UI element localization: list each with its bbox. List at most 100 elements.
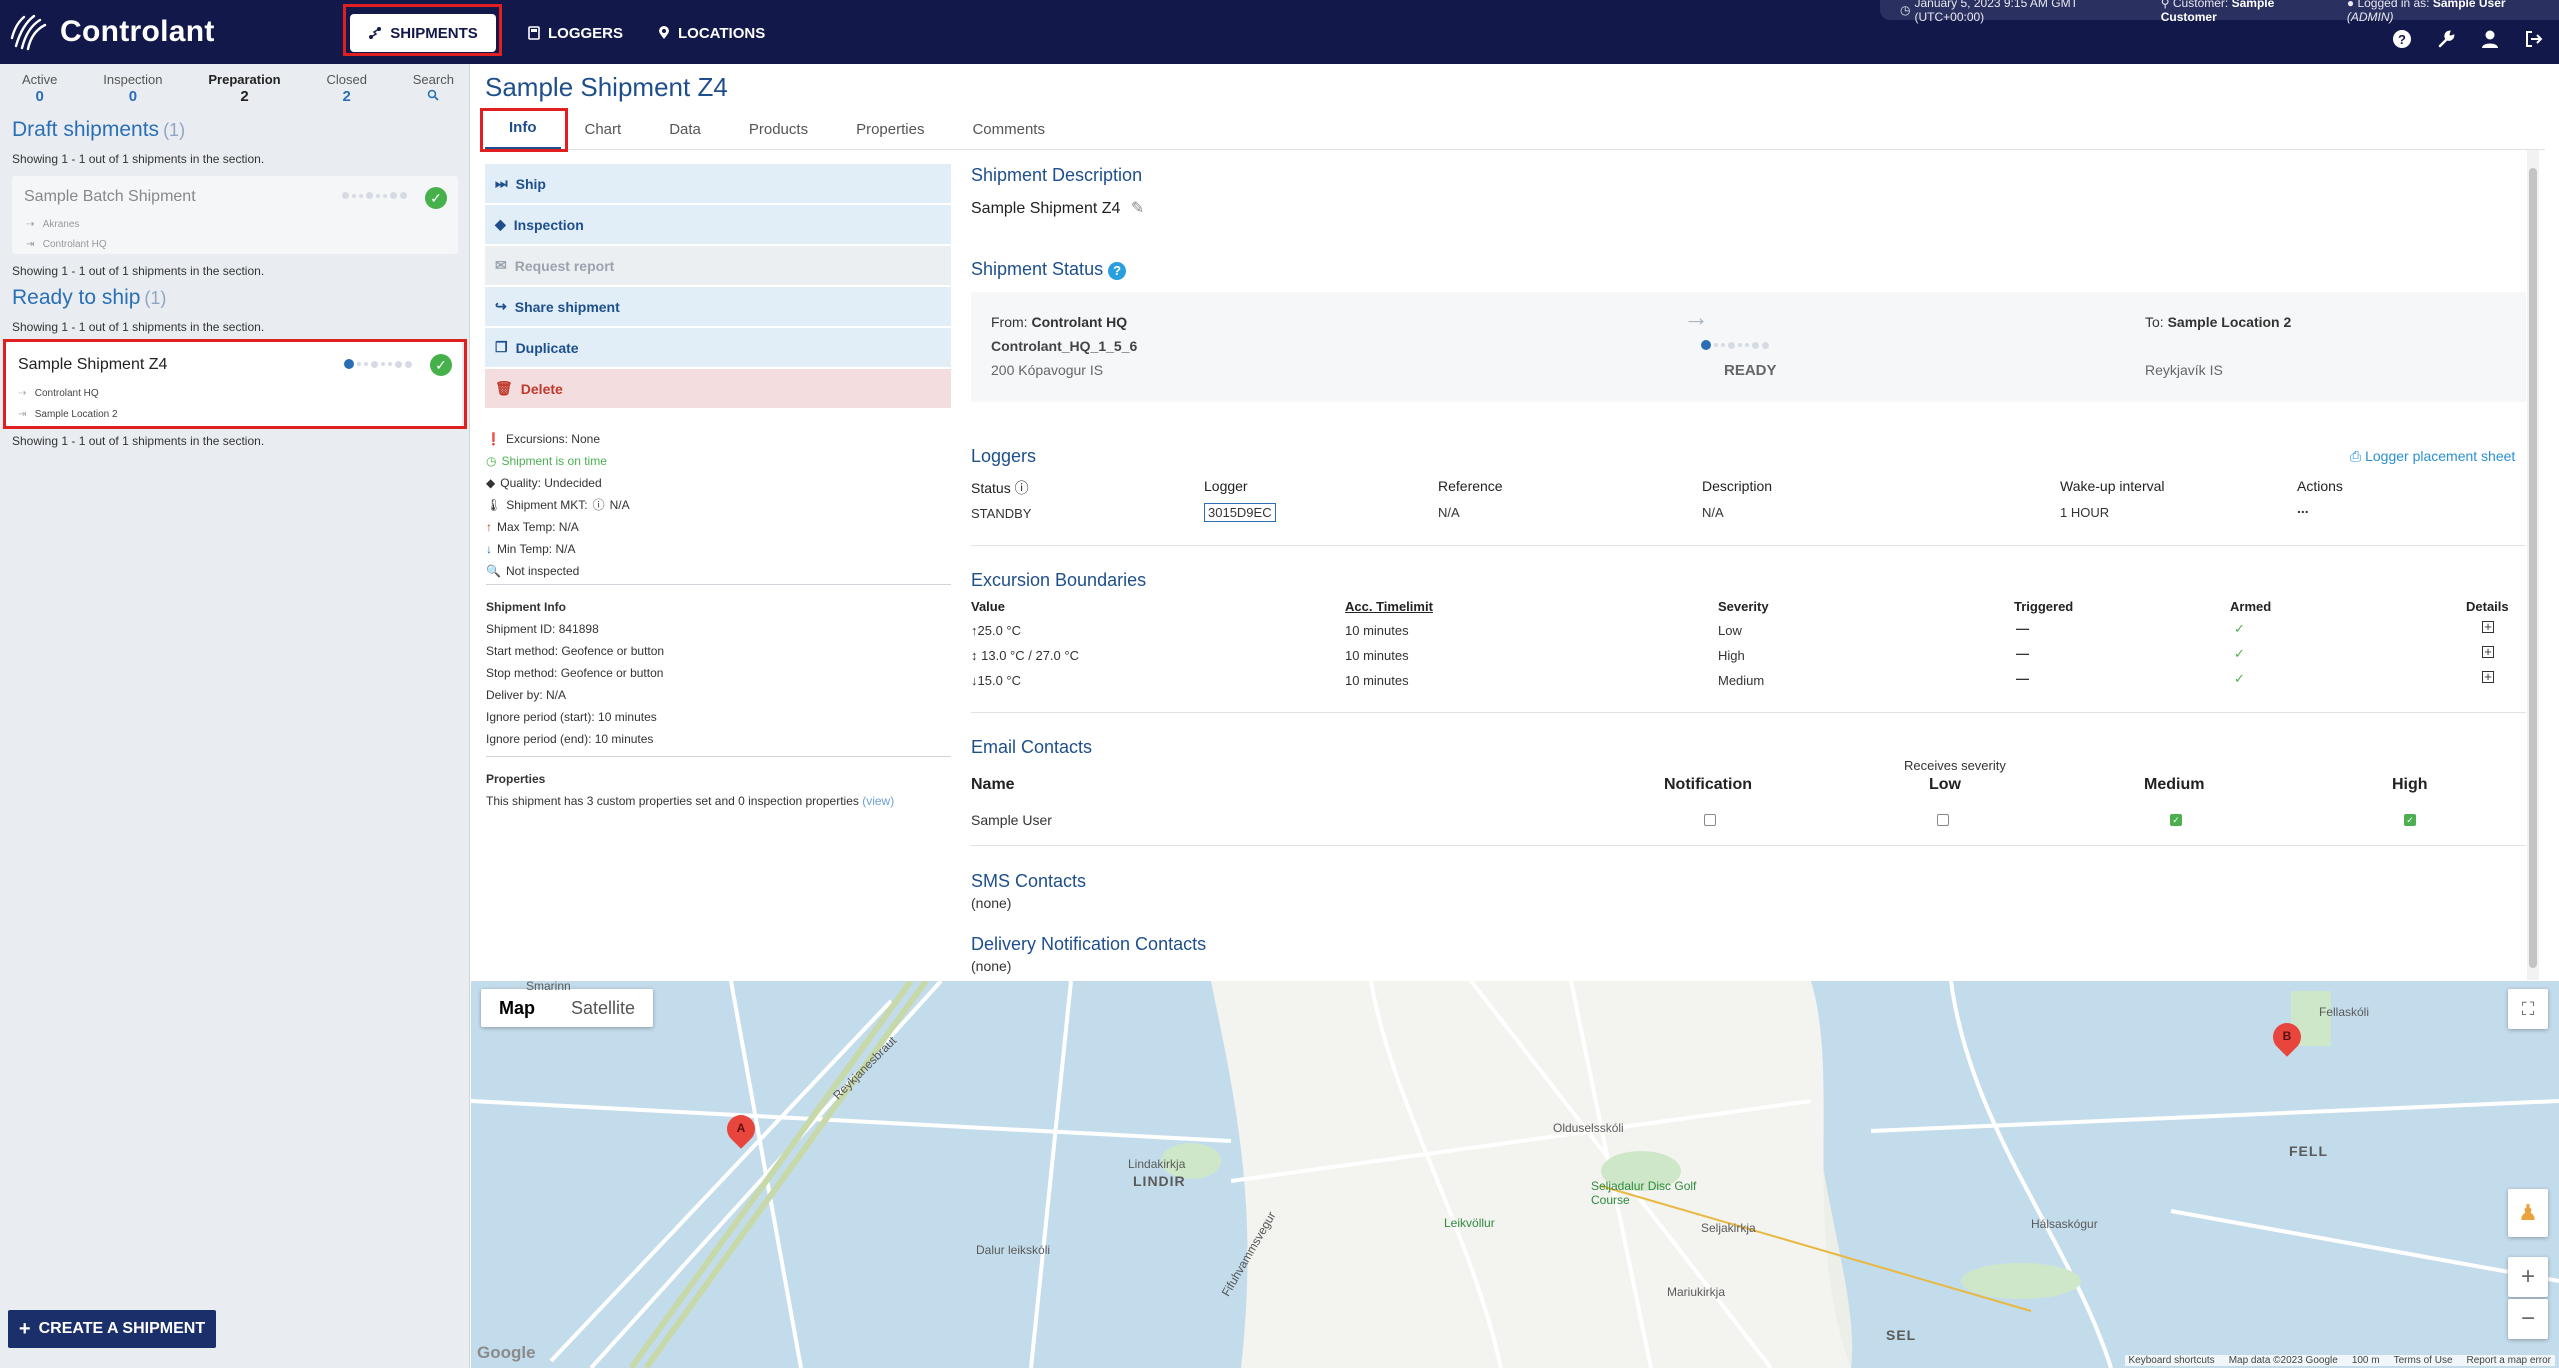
top-icons: ?	[2391, 28, 2545, 50]
user-role: (ADMIN)	[2346, 10, 2394, 24]
armed-check-icon: ✓	[2234, 621, 2245, 636]
logout-icon[interactable]	[2523, 28, 2545, 50]
nav-locations-label: LOCATIONS	[678, 24, 766, 42]
inspection-label: Inspection	[513, 216, 584, 233]
col-acc-timelimit[interactable]: Acc. Timelimit	[1345, 599, 1433, 614]
fullscreen-icon[interactable]: ⛶	[2508, 989, 2548, 1029]
zoom-in-icon[interactable]: +	[2508, 1257, 2548, 1297]
count-active[interactable]: Active 0	[22, 72, 57, 105]
report-error-link[interactable]: Report a map error	[2467, 1355, 2551, 1366]
count-closed[interactable]: Closed 2	[326, 72, 366, 105]
share-shipment-button[interactable]: ↪ Share shipment	[485, 287, 951, 326]
help-circle-icon[interactable]: ?	[1108, 262, 1127, 280]
armed-check-icon: ✓	[2234, 671, 2245, 686]
count-label: Inspection	[103, 72, 163, 87]
help-icon[interactable]: ?	[2391, 28, 2413, 50]
keyboard-shortcuts-link[interactable]: Keyboard shortcuts	[2129, 1355, 2215, 1366]
count-value: 0	[128, 88, 138, 105]
count-search[interactable]: Search	[413, 72, 454, 105]
share-icon: ↪	[495, 298, 507, 314]
expand-icon[interactable]: +	[2482, 670, 2494, 683]
tab-products[interactable]: Products	[725, 108, 832, 150]
notification-checkbox[interactable]	[1704, 814, 1716, 826]
count-preparation[interactable]: Preparation 2	[208, 72, 280, 105]
excursion-value-text: 15.0 °C	[977, 673, 1022, 688]
map-type-toggle: Map Satellite	[481, 989, 654, 1027]
min-temp-row: ↓ Min Temp: N/A	[486, 538, 630, 560]
map-scale[interactable]: 100 m	[2352, 1355, 2380, 1366]
tab-properties[interactable]: Properties	[832, 108, 948, 150]
excursions-row: ❗ Excursions: None	[486, 428, 630, 450]
excursion-severity: Medium	[1718, 673, 1765, 688]
map-view-button[interactable]: Map	[481, 989, 553, 1027]
customer-label: Customer:	[2172, 0, 2229, 10]
datetime: January 5, 2023 9:15 AM GMT (UTC+00:00)	[1914, 0, 2078, 24]
nav-loggers[interactable]: LOGGERS	[512, 14, 639, 52]
tab-comments[interactable]: Comments	[948, 108, 1069, 150]
excursion-limit: 10 minutes	[1345, 648, 1409, 663]
shipment-info: Shipment Info Shipment ID: 841898 Start …	[486, 596, 951, 750]
user-small-icon: ●	[2346, 0, 2355, 10]
ignore-end: Ignore period (end): 10 minutes	[486, 732, 654, 746]
properties-view-link[interactable]: (view)	[862, 794, 894, 808]
satellite-view-button[interactable]: Satellite	[553, 989, 653, 1027]
nav-locations[interactable]: LOCATIONS	[642, 14, 781, 52]
stop-method: Stop method: Geofence or button	[486, 666, 664, 680]
session-info-bar: ◷ January 5, 2023 9:15 AM GMT (UTC+00:00…	[1880, 0, 2559, 24]
route-map[interactable]: Map Satellite LINDIR FELL SEL Lindakirkj…	[471, 981, 2559, 1368]
ready-showing-top: Showing 1 - 1 out of 1 shipments in the …	[12, 320, 265, 334]
description-value: Sample Shipment Z4	[971, 200, 1121, 217]
top-bar: Controlant SHIPMENTS LOGGERS LOCATIONS ◷…	[0, 0, 2559, 64]
ship-button[interactable]: ⏭ Ship	[485, 164, 951, 203]
tab-data[interactable]: Data	[645, 108, 725, 150]
low-checkbox[interactable]	[1937, 814, 1949, 826]
col-reference: Reference	[1438, 478, 1503, 494]
info-icon[interactable]: ⓘ	[1015, 480, 1029, 496]
quality-row: ◆ Quality: Undecided	[486, 472, 630, 494]
excursion-triggered: —	[2016, 646, 2029, 661]
map-label-seljakirkja: Seljakirkja	[1701, 1221, 1756, 1235]
expand-icon[interactable]: +	[2482, 620, 2494, 633]
col-severity: Severity	[1718, 599, 1769, 614]
user-name: Sample User	[2432, 0, 2506, 10]
logger-status: STANDBY	[971, 506, 1032, 521]
count-inspection[interactable]: Inspection 0	[103, 72, 162, 105]
info-icon[interactable]: ⓘ	[593, 494, 605, 516]
pencil-icon[interactable]: ✎	[1131, 200, 1144, 217]
inspection-button[interactable]: ◆ Inspection	[485, 205, 951, 244]
wrench-icon[interactable]	[2435, 28, 2457, 50]
medium-checkbox[interactable]: ✓	[2170, 814, 2182, 826]
ignore-start: Ignore period (start): 10 minutes	[486, 710, 657, 724]
create-shipment-button[interactable]: + CREATE A SHIPMENT	[8, 1310, 216, 1348]
count-label: Preparation	[208, 72, 281, 87]
highlight-selected-shipment	[3, 339, 467, 429]
brand-logo[interactable]: Controlant	[10, 12, 215, 52]
request-report-button[interactable]: ✉ Request report	[485, 246, 951, 285]
shipment-card-draft[interactable]: Sample Batch Shipment ⇢ Akranes ⇥ Contro…	[12, 176, 458, 254]
on-time-row: ◷ Shipment is on time	[486, 450, 630, 472]
scrollbar-thumb[interactable]	[2529, 168, 2537, 968]
logger-actions-menu[interactable]: ...	[2297, 500, 2309, 516]
map-label-disc-golf: Seljadalur Disc Golf Course	[1591, 1179, 1697, 1207]
duplicate-button[interactable]: ❐ Duplicate	[485, 328, 951, 367]
pegman-icon[interactable]: ♟	[2508, 1189, 2548, 1237]
terms-link[interactable]: Terms of Use	[2394, 1355, 2453, 1366]
delete-button[interactable]: 🗑 Delete	[485, 369, 951, 408]
expand-icon[interactable]: +	[2482, 645, 2494, 658]
map-label-olduselsskoli: Olduselsskóli	[1553, 1121, 1624, 1135]
high-checkbox[interactable]: ✓	[2404, 814, 2416, 826]
draft-showing-top: Showing 1 - 1 out of 1 shipments in the …	[12, 152, 265, 166]
tab-chart[interactable]: Chart	[561, 108, 646, 150]
logger-id-link[interactable]: 3015D9EC	[1204, 503, 1276, 522]
sms-value: (none)	[971, 895, 1012, 911]
logger-placement-link[interactable]: ⎙ Logger placement sheet	[2350, 448, 2515, 465]
excursion-value-text: 13.0 °C / 27.0 °C	[981, 648, 1079, 663]
col-status-label: Status	[971, 480, 1011, 496]
zoom-out-icon[interactable]: −	[2508, 1299, 2548, 1339]
user-icon[interactable]	[2479, 28, 2501, 50]
logger-description: N/A	[1702, 505, 1724, 520]
to-label: Controlant HQ	[42, 239, 107, 250]
from-label: Akranes	[42, 219, 80, 230]
envelope-icon: ✉	[495, 257, 507, 273]
trash-icon: 🗑	[495, 380, 513, 396]
